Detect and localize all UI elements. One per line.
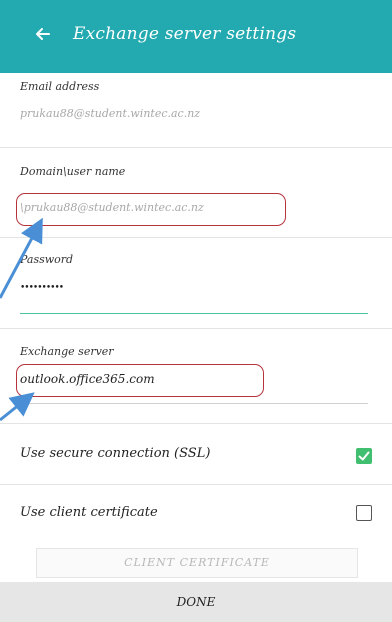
checkmark-icon xyxy=(358,451,370,461)
domain-field[interactable]: \prukau88@student.wintec.ac.nz xyxy=(20,201,204,214)
arrow-left-icon[interactable] xyxy=(33,24,53,44)
annotation-arrow-server xyxy=(0,392,35,422)
client-cert-checkbox[interactable] xyxy=(356,505,372,521)
divider xyxy=(0,237,392,238)
divider xyxy=(0,423,392,424)
ssl-label: Use secure connection (SSL) xyxy=(20,446,211,461)
password-field[interactable]: •••••••••• xyxy=(20,283,64,293)
client-certificate-button[interactable]: CLIENT CERTIFICATE xyxy=(36,548,358,578)
page-title: Exchange server settings xyxy=(73,24,297,44)
email-label: Email address xyxy=(20,80,100,93)
password-label: Password xyxy=(20,253,74,266)
annotation-arrows xyxy=(0,217,43,422)
ssl-checkbox[interactable] xyxy=(356,448,372,464)
client-cert-label: Use client certificate xyxy=(20,505,158,520)
done-button[interactable]: DONE xyxy=(0,582,392,622)
domain-label: Domain\user name xyxy=(20,165,126,178)
password-underline xyxy=(20,313,368,314)
divider xyxy=(0,484,392,485)
server-field[interactable]: outlook.office365.com xyxy=(20,372,155,386)
email-field[interactable]: prukau88@student.wintec.ac.nz xyxy=(20,107,200,120)
divider xyxy=(0,328,392,329)
divider xyxy=(0,147,392,148)
server-underline xyxy=(20,403,368,404)
server-label: Exchange server xyxy=(20,345,114,358)
app-header: Exchange server settings xyxy=(0,0,392,73)
